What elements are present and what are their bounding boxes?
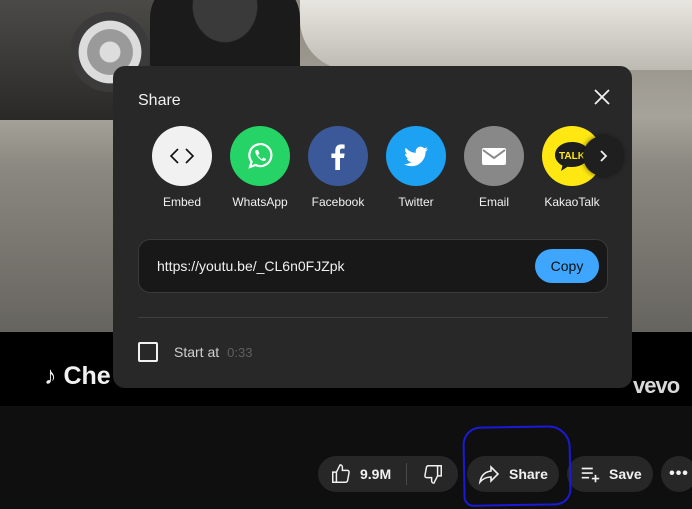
- share-target-label: KakaoTalk: [544, 195, 600, 209]
- dialog-divider: [138, 317, 608, 318]
- email-icon: [464, 126, 524, 186]
- share-target-whatsapp[interactable]: WhatsApp: [221, 126, 299, 209]
- share-dialog-title: Share: [138, 92, 181, 109]
- share-target-embed[interactable]: Embed: [143, 126, 221, 209]
- vevo-logo: vevo: [633, 373, 680, 398]
- video-action-bar: 9.9M Share Save •••: [0, 456, 692, 494]
- share-target-label: WhatsApp: [232, 195, 288, 209]
- share-target-label: Email: [478, 195, 509, 209]
- next-targets-button[interactable]: [583, 136, 623, 176]
- embed-icon: [152, 126, 212, 186]
- twitter-icon: [386, 126, 446, 186]
- share-target-twitter[interactable]: Twitter: [377, 126, 455, 209]
- save-button[interactable]: Save: [567, 456, 653, 492]
- share-target-label: Embed: [162, 195, 202, 209]
- thumbs-down-icon: [423, 465, 442, 484]
- chevron-right-icon: [600, 150, 608, 162]
- share-dialog: Share Embed WhatsApp Facebook Twitter Em…: [113, 66, 632, 388]
- video-title-overlay: ♪ Che: [44, 362, 111, 390]
- thumbs-up-icon: [332, 464, 350, 483]
- like-count: 9.9M: [360, 466, 392, 482]
- share-target-label: Twitter: [398, 195, 434, 209]
- share-annotation-circle: [462, 425, 572, 507]
- dislike-button[interactable]: [407, 456, 458, 492]
- facebook-icon: [308, 126, 368, 186]
- start-at-row: Start at 0:33: [138, 342, 252, 362]
- share-url-text[interactable]: https://youtu.be/_CL6n0FJZpk: [157, 258, 345, 274]
- kakaotalk-glyph: TALK: [559, 151, 586, 162]
- share-targets-row: Embed WhatsApp Facebook Twitter Email TA…: [143, 126, 603, 216]
- like-dislike-group: 9.9M: [318, 456, 458, 492]
- playlist-add-icon: [581, 467, 600, 483]
- copy-button[interactable]: Copy: [535, 249, 599, 283]
- share-url-field[interactable]: https://youtu.be/_CL6n0FJZpk Copy: [138, 239, 608, 293]
- start-at-checkbox[interactable]: [138, 342, 158, 362]
- start-at-label: Start at: [174, 344, 220, 360]
- more-actions-button[interactable]: •••: [661, 456, 692, 492]
- share-target-facebook[interactable]: Facebook: [299, 126, 377, 209]
- like-button[interactable]: 9.9M: [318, 456, 406, 492]
- close-button[interactable]: [591, 86, 613, 108]
- whatsapp-icon: [230, 126, 290, 186]
- close-icon: [594, 89, 610, 105]
- share-target-label: Facebook: [311, 195, 365, 209]
- start-at-time[interactable]: 0:33: [227, 345, 252, 360]
- video-car-right: [300, 0, 692, 70]
- save-button-label: Save: [609, 466, 642, 482]
- share-target-email[interactable]: Email: [455, 126, 533, 209]
